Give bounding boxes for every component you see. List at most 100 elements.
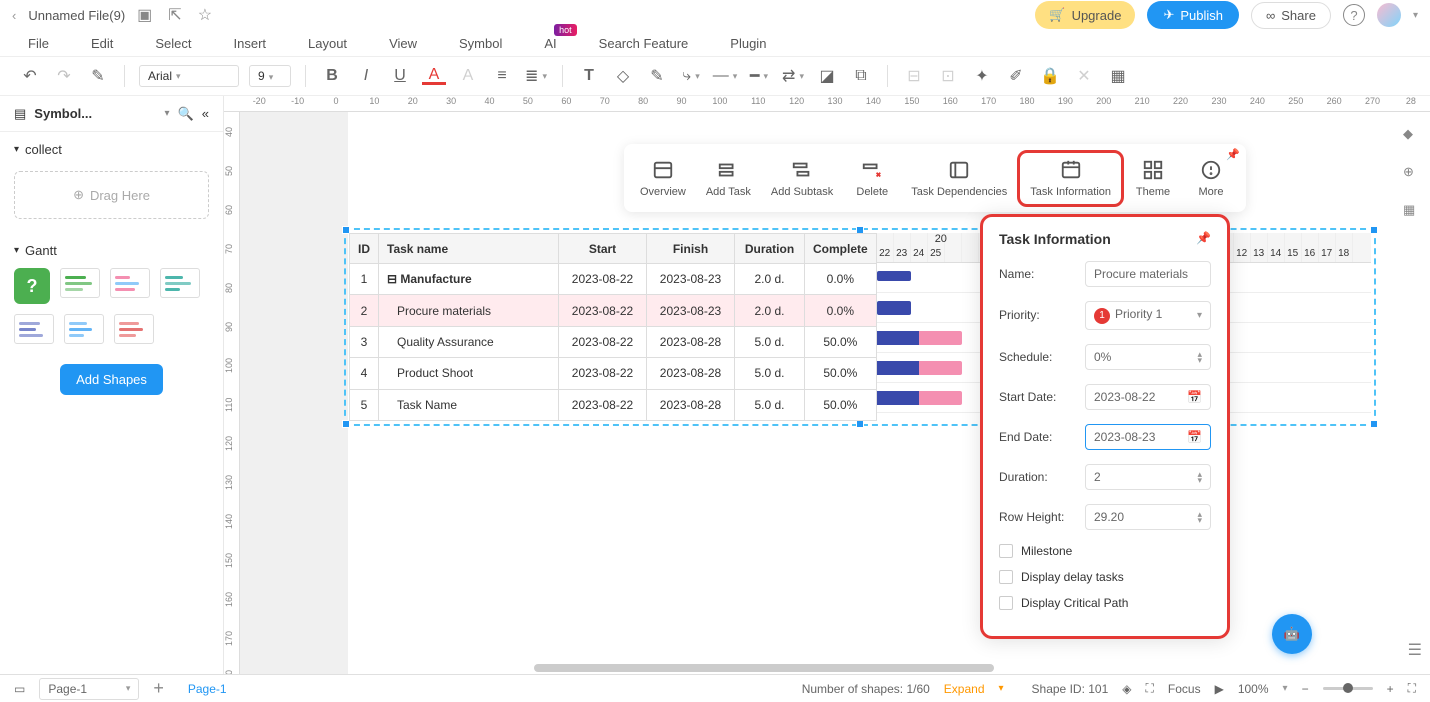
focus-icon[interactable]: ⛶ (1146, 681, 1154, 696)
insert-panel-icon[interactable]: ⊕ (1403, 164, 1423, 184)
priority-select[interactable]: 1Priority 1▾ (1085, 301, 1211, 330)
page-tab[interactable]: Page-1 (178, 678, 237, 700)
gantt-shape-4[interactable] (14, 314, 54, 344)
fill-icon[interactable]: ◇ (611, 64, 635, 88)
share-button[interactable]: ∞ Share (1251, 2, 1331, 29)
menu-search[interactable]: Search Feature (599, 36, 689, 51)
line-weight-icon[interactable]: ━▾ (747, 64, 771, 88)
star-icon[interactable]: ☆ (198, 5, 212, 25)
col-start[interactable]: Start (559, 234, 647, 264)
export-icon[interactable]: ⇱ (168, 5, 181, 25)
play-icon[interactable]: ▶ (1215, 682, 1224, 696)
zoom-slider[interactable] (1323, 687, 1373, 690)
grid-panel-icon[interactable]: ▦ (1403, 202, 1423, 222)
pin-icon[interactable]: 📌 (1226, 148, 1240, 161)
back-icon[interactable]: ‹ (12, 8, 16, 23)
layers-icon[interactable]: ◈ (1122, 682, 1131, 696)
delay-checkbox[interactable]: Display delay tasks (999, 570, 1211, 584)
table-row[interactable]: 5 Task Name2023-08-222023-08-285.0 d.50.… (350, 389, 877, 420)
gantt-shape-6[interactable] (114, 314, 154, 344)
font-color-icon[interactable]: A (422, 67, 446, 85)
gantt-shape-2[interactable] (110, 268, 150, 298)
ctx-theme[interactable]: Theme (1124, 153, 1182, 204)
font-family-select[interactable]: Arial▾ (139, 65, 239, 87)
name-input[interactable]: Procure materials (1085, 261, 1211, 287)
row-height-input[interactable]: 29.20▴▾ (1085, 504, 1211, 530)
horizontal-scrollbar[interactable] (534, 664, 994, 672)
zoom-out-icon[interactable]: − (1302, 682, 1309, 696)
underline-icon[interactable]: U (388, 64, 412, 88)
file-name[interactable]: Unnamed File(9) (28, 8, 125, 23)
zoom-level[interactable]: 100% (1238, 682, 1269, 696)
duration-input[interactable]: 2▴▾ (1085, 464, 1211, 490)
arrow-style-icon[interactable]: ⇄▾ (781, 64, 805, 88)
undo-icon[interactable]: ↶ (18, 64, 42, 88)
page-select[interactable]: Page-1▾ (39, 678, 139, 700)
ctx-overview[interactable]: Overview (630, 153, 696, 204)
calendar-icon[interactable]: 📅 (1187, 430, 1202, 444)
search-icon[interactable]: 🔍 (178, 106, 194, 122)
font-size-select[interactable]: 9▾ (249, 65, 291, 87)
gantt-shape-5[interactable] (64, 314, 104, 344)
ctx-task-info[interactable]: Task Information (1017, 150, 1124, 207)
col-name[interactable]: Task name (379, 234, 559, 264)
distribute-icon[interactable]: ⊡ (936, 64, 960, 88)
crop-icon[interactable]: ⧉ (849, 64, 873, 88)
gantt-section[interactable]: ▾ Gantt (0, 233, 223, 268)
table-row[interactable]: 1⊟ Manufacture2023-08-222023-08-232.0 d.… (350, 264, 877, 295)
zoom-in-icon[interactable]: + (1387, 682, 1394, 696)
save-icon[interactable]: ▣ (137, 5, 152, 25)
library-icon[interactable]: ▤ (14, 106, 26, 122)
fill-panel-icon[interactable]: ◆ (1403, 126, 1423, 146)
help-icon[interactable]: ? (1343, 4, 1365, 26)
chat-bubble-icon[interactable]: 🤖 (1272, 614, 1312, 654)
fullscreen-icon[interactable]: ⛶ (1408, 681, 1416, 696)
menu-plugin[interactable]: Plugin (730, 36, 766, 51)
collect-section[interactable]: ▾ collect (0, 132, 223, 167)
line-spacing-icon[interactable]: ≣▾ (524, 64, 548, 88)
gantt-table[interactable]: ID Task name Start Finish Duration Compl… (349, 233, 877, 421)
dropdown-icon[interactable]: ▾ (165, 108, 170, 119)
stepper-icon[interactable]: ▴▾ (1197, 511, 1202, 523)
align-objects-icon[interactable]: ⊟ (902, 64, 926, 88)
ctx-add-subtask[interactable]: Add Subtask (761, 153, 843, 204)
add-page-icon[interactable]: + (153, 678, 164, 699)
menu-symbol[interactable]: Symbol (459, 36, 502, 51)
edit-icon[interactable]: ✐ (1004, 64, 1028, 88)
menu-view[interactable]: View (389, 36, 417, 51)
avatar[interactable] (1377, 3, 1401, 27)
help-bubble-icon[interactable]: ? (14, 268, 50, 304)
menu-insert[interactable]: Insert (234, 36, 267, 51)
menu-file[interactable]: File (28, 36, 49, 51)
menu-edit[interactable]: Edit (91, 36, 113, 51)
table-row[interactable]: 4 Product Shoot2023-08-222023-08-285.0 d… (350, 358, 877, 389)
menu-ai[interactable]: AIhot (544, 36, 556, 51)
format-painter-icon[interactable]: ✎ (86, 64, 110, 88)
collapse-icon[interactable]: « (202, 106, 209, 121)
pages-icon[interactable]: ▭ (14, 682, 25, 696)
bold-icon[interactable]: B (320, 64, 344, 88)
calendar-icon[interactable]: 📅 (1187, 390, 1202, 404)
publish-button[interactable]: ✈ Publish (1147, 1, 1239, 29)
upgrade-button[interactable]: 🛒 Upgrade (1035, 1, 1135, 29)
text-icon[interactable]: T (577, 64, 601, 88)
line-color-icon[interactable]: ✎ (645, 64, 669, 88)
drag-zone[interactable]: ⊕ Drag Here (14, 171, 209, 219)
tools-icon[interactable]: ✕ (1072, 64, 1096, 88)
col-complete[interactable]: Complete (805, 234, 877, 264)
pin-panel-icon[interactable]: 📌 (1196, 231, 1211, 247)
table-row[interactable]: 2 Procure materials2023-08-222023-08-232… (350, 295, 877, 326)
highlight-icon[interactable]: A (456, 64, 480, 88)
table-row[interactable]: 3 Quality Assurance2023-08-222023-08-285… (350, 326, 877, 357)
gantt-shape-3[interactable] (160, 268, 200, 298)
shadow-icon[interactable]: ◪ (815, 64, 839, 88)
ctx-add-task[interactable]: Add Task (696, 153, 761, 204)
stepper-icon[interactable]: ▴▾ (1197, 351, 1202, 363)
menu-layout[interactable]: Layout (308, 36, 347, 51)
col-id[interactable]: ID (350, 234, 379, 264)
stepper-icon[interactable]: ▴▾ (1197, 471, 1202, 483)
expand-link[interactable]: Expand (944, 682, 985, 696)
settings-toggle-icon[interactable]: ☰ (1408, 640, 1422, 660)
expand-caret-icon[interactable]: ▾ (999, 683, 1004, 694)
focus-label[interactable]: Focus (1168, 682, 1201, 696)
